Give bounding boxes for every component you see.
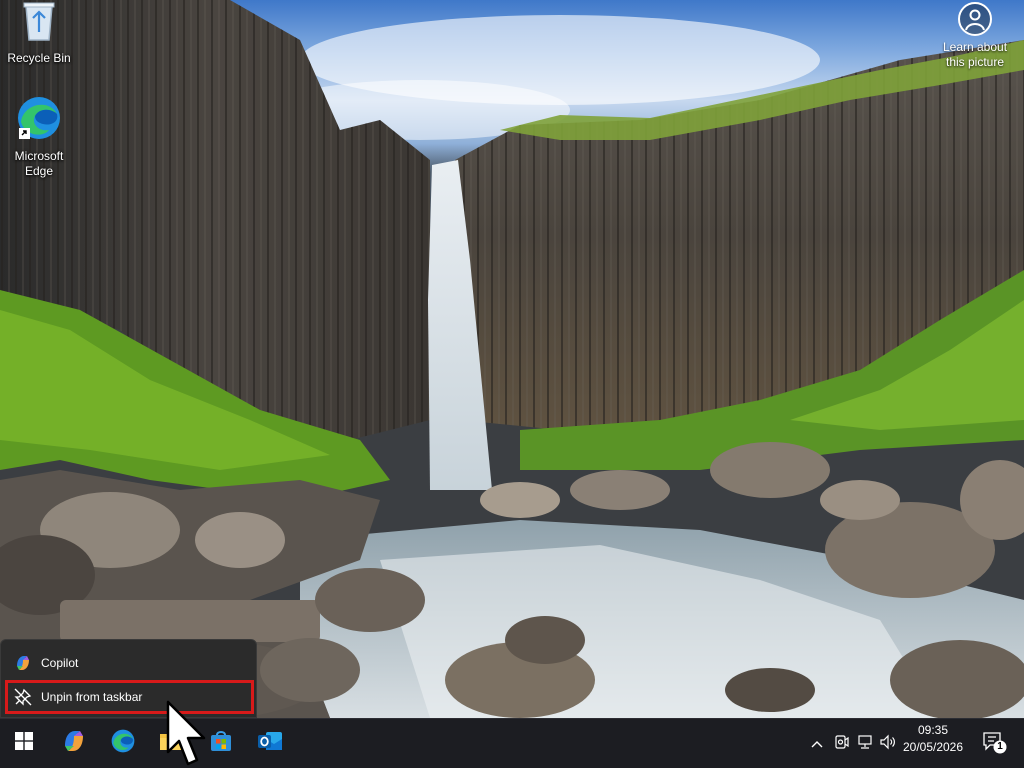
edge-icon <box>1 94 77 145</box>
wallpaper-waterfall <box>0 0 1024 718</box>
taskbar-outlook-button[interactable] <box>249 723 291 763</box>
jump-list-label-copilot: Copilot <box>41 656 79 670</box>
taskbar: 09:35 20/05/2026 1 <box>0 718 1024 768</box>
show-hidden-icons-button[interactable] <box>806 719 828 768</box>
notification-center-button[interactable]: 1 <box>980 727 1010 759</box>
camera-icon <box>958 2 992 36</box>
clock-time: 09:35 <box>917 723 949 737</box>
chevron-up-icon <box>811 735 823 753</box>
unpin-icon <box>5 688 41 706</box>
recycle-bin-icon <box>1 0 77 47</box>
start-button[interactable] <box>3 723 45 763</box>
recycle-bin-label: Recycle Bin <box>7 51 71 65</box>
tray-meet-now-button[interactable] <box>830 719 852 768</box>
copilot-icon <box>61 728 87 759</box>
network-icon <box>857 734 873 755</box>
desktop-icon-microsoft-edge[interactable]: Microsoft Edge <box>1 94 77 179</box>
volume-icon <box>879 734 897 755</box>
windows-start-icon <box>15 731 33 755</box>
outlook-icon <box>257 729 283 758</box>
jump-list-item-copilot[interactable]: Copilot <box>5 646 254 680</box>
taskbar-copilot-button[interactable] <box>53 723 95 763</box>
desktop-icon-recycle-bin[interactable]: Recycle Bin <box>1 0 77 66</box>
taskbar-edge-button[interactable] <box>102 723 144 763</box>
desktop: Recycle Bin Microsoft Edge Learn about t… <box>0 0 1024 718</box>
taskbar-clock[interactable]: 09:35 20/05/2026 <box>896 722 970 756</box>
jump-list-item-unpin-from-taskbar[interactable]: Unpin from taskbar <box>5 680 254 714</box>
taskbar-jump-list: Copilot Unpin from taskbar <box>0 639 257 718</box>
notification-count-badge: 1 <box>997 741 1003 752</box>
learn-about-this-picture[interactable]: Learn about this picture <box>936 2 1014 70</box>
tray-network-button[interactable] <box>854 719 876 768</box>
jump-list-label-unpin: Unpin from taskbar <box>41 690 143 704</box>
microsoft-edge-label: Microsoft Edge <box>14 149 64 178</box>
edge-icon <box>110 728 136 759</box>
microsoft-store-icon <box>209 729 233 758</box>
clock-date: 20/05/2026 <box>902 740 964 754</box>
mouse-pointer-icon <box>166 700 206 766</box>
meet-now-icon <box>833 734 849 755</box>
learn-about-label: Learn about this picture <box>942 40 1008 69</box>
copilot-icon <box>5 654 41 672</box>
